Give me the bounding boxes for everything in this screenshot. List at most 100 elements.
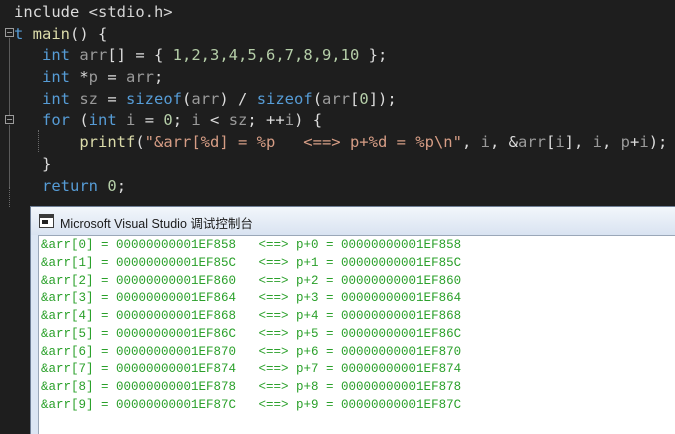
code-line: int arr[] = { 1,2,3,4,5,6,7,8,9,10 }; xyxy=(14,45,667,67)
console-output-line: &arr[2] = 00000000001EF860 <==> p+2 = 00… xyxy=(41,273,462,288)
console-output-line: &arr[5] = 00000000001EF86C <==> p+5 = 00… xyxy=(41,326,462,341)
console-output[interactable]: &arr[0] = 00000000001EF858 <==> p+0 = 00… xyxy=(38,235,675,434)
code-token: = xyxy=(135,111,164,130)
code-token: ( xyxy=(135,133,145,152)
code-line: int sz = sizeof(arr) / sizeof(arr[0]); xyxy=(14,89,667,111)
code-token: 1,2,3,4,5,6,7,8,9,10 xyxy=(172,46,360,65)
console-titlebar[interactable]: Microsoft Visual Studio 调试控制台 xyxy=(31,207,675,235)
code-line: return 0; xyxy=(14,176,667,198)
code-token: + xyxy=(630,133,640,152)
code-token: "&arr[%d] = %p <==> p+%d = %p\n" xyxy=(144,133,462,152)
code-token: = xyxy=(98,89,127,108)
code-token: i xyxy=(480,133,490,152)
code-token: arr xyxy=(191,89,220,108)
code-token: }; xyxy=(359,46,388,65)
code-token: , & xyxy=(489,133,518,152)
console-output-lines: &arr[0] = 00000000001EF858 <==> p+0 = 00… xyxy=(41,237,461,415)
code-token: sizeof xyxy=(256,89,313,108)
code-token: ], xyxy=(564,133,593,152)
code-token: < xyxy=(200,111,229,130)
code-token: int xyxy=(42,68,70,87)
code-token: i xyxy=(639,133,649,152)
code-line: for (int i = 0; i < sz; ++i) { xyxy=(14,110,667,132)
code-token: sizeof xyxy=(126,89,183,108)
code-line: include <stdio.h> xyxy=(14,2,667,24)
outline-guide xyxy=(9,125,10,187)
code-line: t main() { xyxy=(14,24,667,46)
code-token: i xyxy=(191,111,201,130)
console-output-line: &arr[9] = 00000000001EF87C <==> p+9 = 00… xyxy=(41,397,462,412)
code-token: * xyxy=(70,68,89,87)
console-output-line: &arr[0] = 00000000001EF858 <==> p+0 = 00… xyxy=(41,238,462,252)
code-token: 0 xyxy=(359,89,369,108)
code-token: ; ++ xyxy=(247,111,285,130)
collapse-for-icon[interactable]: − xyxy=(5,115,14,124)
code-token: sz xyxy=(228,111,248,130)
code-token: [] = { xyxy=(107,46,173,65)
console-output-line: &arr[8] = 00000000001EF878 <==> p+8 = 00… xyxy=(41,380,462,394)
source-code: include <stdio.h> t main() { int arr[] = … xyxy=(14,2,667,197)
code-token: 0 xyxy=(107,176,117,195)
code-line: int *p = arr; xyxy=(14,67,667,89)
code-token: 0 xyxy=(163,111,173,130)
code-token: i xyxy=(555,133,565,152)
code-token: sz xyxy=(79,89,99,108)
code-token: [ xyxy=(545,133,556,152)
collapse-main-icon[interactable]: − xyxy=(5,28,14,37)
code-token: ( xyxy=(70,111,89,130)
code-token: int xyxy=(88,111,117,130)
code-token: () { xyxy=(70,24,108,43)
code-token: i xyxy=(126,111,136,130)
code-token: ( xyxy=(312,89,323,108)
code-token: ]); xyxy=(368,89,397,108)
code-token: printf xyxy=(79,133,136,152)
code-token: p xyxy=(88,68,99,87)
code-token: , xyxy=(602,133,621,152)
outline-guide xyxy=(9,187,10,207)
console-output-line: &arr[3] = 00000000001EF864 <==> p+3 = 00… xyxy=(41,291,462,306)
code-token: ; xyxy=(154,68,164,87)
code-token: main xyxy=(32,24,70,43)
code-token: i xyxy=(284,111,295,130)
code-line: printf("&arr[%d] = %p <==> p+%d = %p\n",… xyxy=(14,132,667,154)
code-token: [ xyxy=(350,89,360,108)
code-token: arr xyxy=(79,46,108,65)
debug-console-window[interactable]: Microsoft Visual Studio 调试控制台 &arr[0] = … xyxy=(30,206,675,434)
code-token: ; xyxy=(172,111,192,130)
code-token: int xyxy=(42,46,70,65)
code-token: p xyxy=(620,133,631,152)
code-token: arr xyxy=(517,133,546,152)
code-token: int xyxy=(42,89,70,108)
code-token: , xyxy=(461,133,481,152)
console-title: Microsoft Visual Studio 调试控制台 xyxy=(60,217,253,231)
code-token: arr xyxy=(126,68,155,87)
code-token: ( xyxy=(182,89,192,108)
code-token: t xyxy=(14,24,33,43)
code-token: return xyxy=(42,176,98,195)
console-output-line: &arr[6] = 00000000001EF870 <==> p+6 = 00… xyxy=(41,344,462,359)
code-token: include xyxy=(14,3,89,21)
code-token: } xyxy=(14,154,52,173)
console-app-icon xyxy=(39,214,54,228)
code-token: ) { xyxy=(294,111,323,130)
outline-guide xyxy=(9,38,10,115)
code-token: arr xyxy=(322,89,351,108)
code-token: <stdio.h> xyxy=(88,3,173,21)
code-token: i xyxy=(592,133,602,152)
code-token: ) / xyxy=(219,89,257,108)
code-token: ); xyxy=(648,133,668,152)
code-token: for xyxy=(42,111,70,130)
code-token: ; xyxy=(116,176,127,195)
console-output-line: &arr[4] = 00000000001EF868 <==> p+4 = 00… xyxy=(41,309,462,323)
code-line: } xyxy=(14,154,667,176)
console-output-line: &arr[1] = 00000000001EF85C <==> p+1 = 00… xyxy=(41,255,462,270)
